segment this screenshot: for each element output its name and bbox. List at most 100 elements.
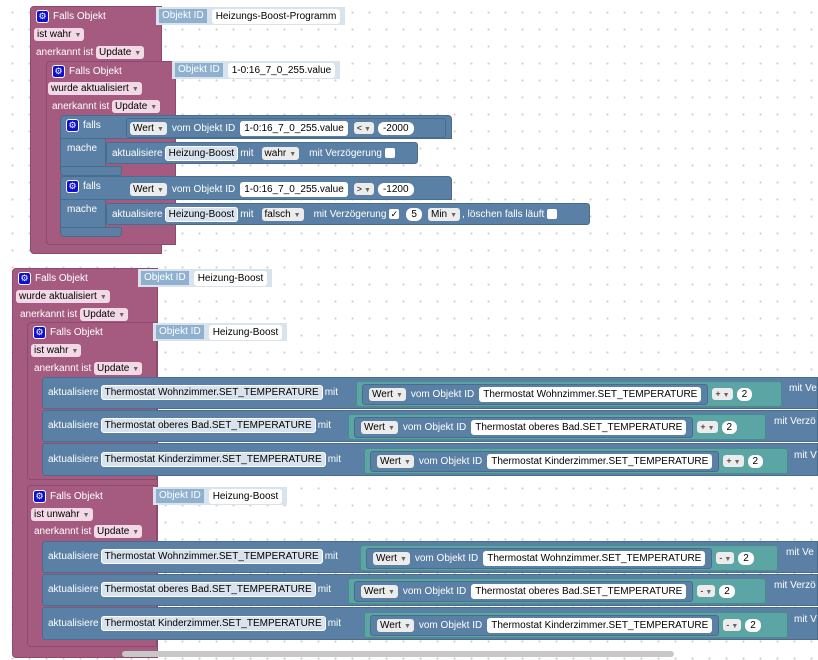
object-id-field[interactable]: 1-0:16_7_0_255.value <box>240 181 348 197</box>
operator-dropdown[interactable]: - ▼ <box>697 585 716 597</box>
operator-dropdown[interactable]: < ▼ <box>353 122 374 134</box>
inner-event-header: ⚙ Falls Objekt <box>52 62 122 80</box>
number-field[interactable]: 2 <box>721 420 738 434</box>
object-id-socket[interactable]: Objekt ID Heizung-Boost <box>153 323 288 341</box>
object-id-field[interactable]: Heizungs-Boost-Programm <box>211 8 341 24</box>
update-row: aktualisiere Thermostat Wohnzimmer.SET_T… <box>48 548 339 564</box>
math-row: Wert ▼ vom Objekt ID Thermostat Wohnzimme… <box>366 547 754 569</box>
clear-checkbox[interactable] <box>547 209 558 219</box>
target-field[interactable]: Thermostat oberes Bad.SET_TEMPERATURE <box>100 417 316 433</box>
wert-dropdown[interactable]: Wert ▼ <box>130 121 167 135</box>
gear-icon[interactable]: ⚙ <box>33 489 46 503</box>
object-id-field[interactable]: Thermostat Kinderzimmer.SET_TEMPERATURE <box>487 617 713 633</box>
gear-icon[interactable]: ⚙ <box>33 325 46 339</box>
object-id-field[interactable]: Heizung-Boost <box>208 324 283 340</box>
condition-dropdown[interactable]: ist unwahr ▼ <box>31 508 93 521</box>
wert-dropdown[interactable]: Wert ▼ <box>373 551 410 565</box>
object-id-field[interactable]: Thermostat Wohnzimmer.SET_TEMPERATURE <box>479 386 702 402</box>
target-field[interactable]: Thermostat oberes Bad.SET_TEMPERATURE <box>100 581 316 597</box>
condition-dropdown[interactable]: ist wahr ▼ <box>31 344 82 357</box>
delay-checkbox[interactable] <box>384 148 395 158</box>
gear-icon[interactable]: ⚙ <box>66 179 79 193</box>
value-dropdown[interactable]: wahr ▼ <box>261 146 300 160</box>
number-field[interactable]: -1200 <box>377 182 414 196</box>
object-id-field[interactable]: Heizung-Boost <box>193 270 268 286</box>
ack-dropdown[interactable]: Update ▼ <box>112 100 161 113</box>
value-block[interactable]: Wert ▼ vom Objekt ID Thermostat Wohnzimme… <box>366 547 713 569</box>
operator-dropdown[interactable]: + ▼ <box>723 455 744 467</box>
ack-dropdown[interactable]: Update ▼ <box>80 308 129 321</box>
value-block[interactable]: Wert ▼ vom Objekt ID Thermostat Wohnzimme… <box>362 383 709 405</box>
delay-number[interactable]: 5 <box>406 207 422 221</box>
object-id-socket[interactable]: Objekt ID Heizung-Boost <box>153 487 288 505</box>
wert-dropdown[interactable]: Wert ▼ <box>361 584 398 598</box>
update-row: aktualisiere Thermostat oberes Bad.SET_T… <box>48 581 332 597</box>
operator-dropdown[interactable]: - ▼ <box>716 552 735 564</box>
if-header: ⚙ falls <box>66 177 101 195</box>
value-block[interactable]: Wert ▼ vom Objekt ID Thermostat Kinderzim… <box>370 450 720 472</box>
condition-dropdown[interactable]: ist wahr ▼ <box>34 28 85 41</box>
compare-row: Wert ▼ vom Objekt ID 1-0:16_7_0_255.value… <box>128 180 414 198</box>
delay-label: mit V <box>794 450 817 461</box>
wert-dropdown[interactable]: Wert ▼ <box>130 182 167 196</box>
number-field[interactable]: 2 <box>747 454 764 468</box>
operator-dropdown[interactable]: + ▼ <box>712 388 733 400</box>
delay-label: mit Ve <box>786 547 814 558</box>
gear-icon[interactable]: ⚙ <box>52 64 65 78</box>
value-block[interactable]: Wert ▼ vom Objekt ID Thermostat Kinderzim… <box>370 614 720 636</box>
mache-label: mache <box>67 204 98 215</box>
object-id-field[interactable]: Heizung-Boost <box>208 488 283 504</box>
delay-checkbox[interactable]: ✓ <box>389 209 400 219</box>
operator-dropdown[interactable]: > ▼ <box>353 183 374 195</box>
if-header: ⚙ falls <box>66 116 101 134</box>
inner-event-header: ⚙ Falls Objekt <box>33 487 103 505</box>
delay-label: mit Verzö <box>774 580 816 591</box>
gear-icon[interactable]: ⚙ <box>18 271 31 285</box>
object-id-field[interactable]: Thermostat oberes Bad.SET_TEMPERATURE <box>471 583 687 599</box>
value-dropdown[interactable]: falsch ▼ <box>261 207 304 221</box>
target-field[interactable]: Thermostat Wohnzimmer.SET_TEMPERATURE <box>100 384 323 400</box>
update-row: aktualisiere Thermostat Kinderzimmer.SET… <box>48 615 342 631</box>
math-row: Wert ▼ vom Objekt ID Thermostat Kinderzim… <box>370 614 761 636</box>
value-block[interactable]: Wert ▼ vom Objekt ID Thermostat oberes Ba… <box>354 416 694 438</box>
update-row: aktualisiere Thermostat Kinderzimmer.SET… <box>48 451 342 467</box>
unit-dropdown[interactable]: Min ▼ <box>427 207 461 221</box>
delay-label: mit Verzö <box>774 416 816 427</box>
object-id-socket[interactable]: Objekt ID 1-0:16_7_0_255.value <box>172 61 341 79</box>
wert-dropdown[interactable]: Wert ▼ <box>361 420 398 434</box>
mache-label: mache <box>67 143 98 154</box>
object-id-field[interactable]: 1-0:16_7_0_255.value <box>240 120 348 136</box>
ack-row: anerkannt ist Update ▼ <box>34 525 143 538</box>
object-id-field[interactable]: Thermostat Wohnzimmer.SET_TEMPERATURE <box>483 550 706 566</box>
condition-dropdown[interactable]: wurde aktualisiert ▼ <box>16 290 110 303</box>
object-id-field[interactable]: Thermostat Kinderzimmer.SET_TEMPERATURE <box>487 453 713 469</box>
wert-dropdown[interactable]: Wert ▼ <box>377 454 414 468</box>
number-field[interactable]: 2 <box>736 387 753 401</box>
object-id-field[interactable]: Thermostat oberes Bad.SET_TEMPERATURE <box>471 419 687 435</box>
number-field[interactable]: 2 <box>738 551 754 565</box>
target-field[interactable]: Thermostat Kinderzimmer.SET_TEMPERATURE <box>100 615 326 631</box>
operator-dropdown[interactable]: - ▼ <box>723 619 742 631</box>
number-field[interactable]: 2 <box>719 584 735 598</box>
horizontal-scrollbar[interactable] <box>122 651 674 657</box>
target-field[interactable]: Thermostat Wohnzimmer.SET_TEMPERATURE <box>100 548 323 564</box>
object-id-socket[interactable]: Objekt ID Heizungs-Boost-Programm <box>156 7 346 25</box>
value-block[interactable]: Wert ▼ vom Objekt ID Thermostat oberes Ba… <box>354 580 694 602</box>
object-id-socket[interactable]: Objekt ID Heizung-Boost <box>138 269 273 287</box>
condition-dropdown[interactable]: wurde aktualisiert ▼ <box>48 82 142 95</box>
target-field[interactable]: Heizung-Boost <box>164 145 239 161</box>
target-field[interactable]: Heizung-Boost <box>164 206 239 222</box>
gear-icon[interactable]: ⚙ <box>66 118 79 132</box>
ack-dropdown[interactable]: Update ▼ <box>94 362 143 375</box>
wert-dropdown[interactable]: Wert ▼ <box>369 387 406 401</box>
number-field[interactable]: -2000 <box>377 121 414 135</box>
ack-dropdown[interactable]: Update ▼ <box>94 525 143 538</box>
ack-dropdown[interactable]: Update ▼ <box>96 46 145 59</box>
operator-dropdown[interactable]: + ▼ <box>697 421 718 433</box>
gear-icon[interactable]: ⚙ <box>36 9 49 23</box>
target-field[interactable]: Thermostat Kinderzimmer.SET_TEMPERATURE <box>100 451 326 467</box>
wert-dropdown[interactable]: Wert ▼ <box>377 618 414 632</box>
number-field[interactable]: 2 <box>745 618 761 632</box>
object-id-field[interactable]: 1-0:16_7_0_255.value <box>227 62 336 78</box>
update-row: aktualisiere Thermostat oberes Bad.SET_T… <box>48 417 332 433</box>
